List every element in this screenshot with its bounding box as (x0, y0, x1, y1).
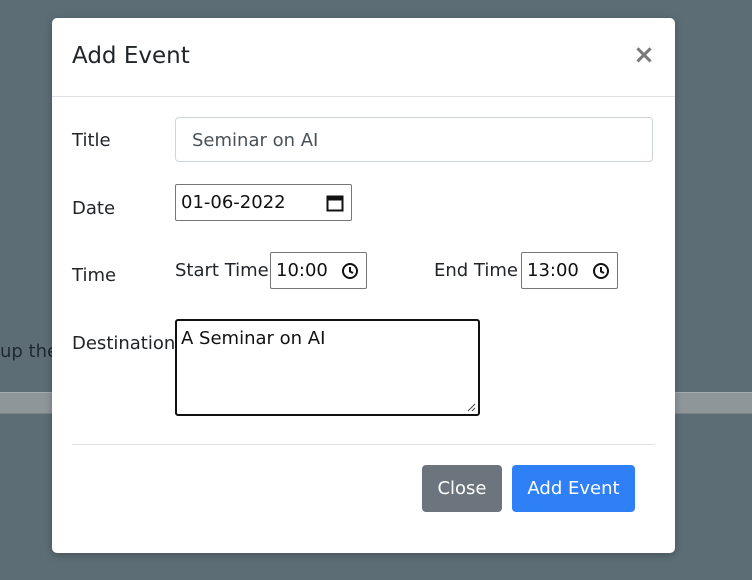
date-input[interactable]: 01-06-2022 (175, 184, 352, 221)
add-event-modal: Add Event × Title Seminar on AI Date 01-… (52, 18, 675, 553)
destination-value: A Seminar on AI (181, 328, 326, 349)
start-time-label: Start Time (175, 260, 269, 281)
destination-label: Destination (72, 333, 176, 354)
close-button[interactable]: Close (422, 465, 502, 512)
add-event-button[interactable]: Add Event (512, 465, 635, 512)
start-time-value: 10:00 (276, 260, 328, 281)
calendar-icon[interactable] (326, 194, 344, 212)
destination-textarea[interactable]: A Seminar on AI (175, 319, 480, 416)
start-time-input[interactable]: 10:00 (270, 252, 367, 289)
clock-icon[interactable] (341, 262, 359, 280)
date-label: Date (72, 198, 116, 219)
footer-divider (72, 444, 655, 445)
clock-icon[interactable] (592, 262, 610, 280)
modal-title: Add Event (72, 43, 190, 69)
title-label: Title (72, 130, 111, 151)
title-input[interactable]: Seminar on AI (175, 117, 653, 162)
end-time-label: End Time (434, 260, 518, 281)
close-icon[interactable]: × (633, 42, 655, 68)
background-text: up the (0, 341, 59, 362)
end-time-value: 13:00 (527, 260, 579, 281)
time-label: Time (72, 265, 117, 286)
end-time-input[interactable]: 13:00 (521, 252, 618, 289)
date-value: 01-06-2022 (181, 192, 286, 213)
resize-grip-icon[interactable] (466, 402, 476, 412)
modal-header: Add Event × (52, 18, 675, 97)
